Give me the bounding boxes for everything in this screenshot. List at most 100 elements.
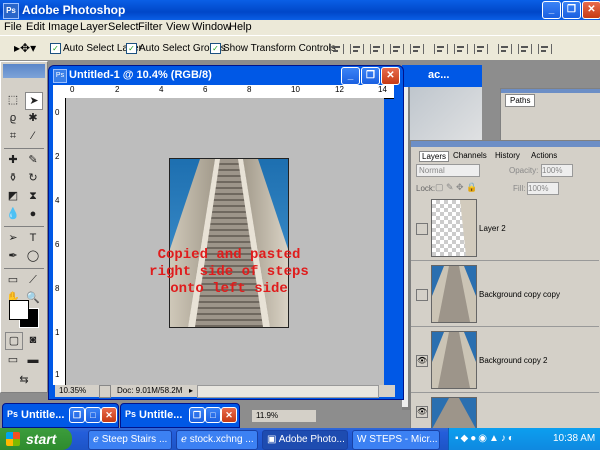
move-tool-preset-icon[interactable]: ▸✥▾ <box>14 41 36 55</box>
paint-bucket-icon[interactable]: ⧗ <box>25 188 41 204</box>
tab-paths[interactable]: Paths <box>505 94 536 107</box>
ruler-v-label: 1 <box>55 328 60 337</box>
eraser-tool-icon[interactable]: ◩ <box>5 188 21 204</box>
taskbar-item[interactable]: ℯ stock.xchng ... <box>176 430 258 450</box>
eye-icon[interactable]: 👁 <box>416 406 428 418</box>
distribute-top-icon[interactable] <box>434 44 448 54</box>
menu-image[interactable]: Image <box>48 21 79 33</box>
menu-select[interactable]: Select <box>108 21 139 33</box>
taskbar-item[interactable]: W STEPS - Micr... <box>352 430 440 450</box>
menu-edit[interactable]: Edit <box>26 21 45 33</box>
lasso-tool-icon[interactable]: ϱ <box>5 110 21 126</box>
maximize-button[interactable]: □ <box>85 407 101 423</box>
align-left-icon[interactable] <box>390 44 404 54</box>
foreground-color-swatch[interactable] <box>9 300 29 320</box>
ruler-h-label: 0 <box>70 85 75 94</box>
minimized-window[interactable]: Ps Untitle... ❐ □ ✕ <box>2 403 119 428</box>
align-hcenter-icon[interactable] <box>410 44 424 54</box>
close-button[interactable]: ✕ <box>582 1 600 19</box>
minimized-window[interactable]: Ps Untitle... ❐ □ ✕ <box>120 403 240 428</box>
blur-tool-icon[interactable]: 💧 <box>5 206 21 222</box>
tab-layers[interactable]: Layers <box>419 151 450 162</box>
blend-mode-select[interactable]: Normal <box>416 164 480 177</box>
shape-tool-icon[interactable]: ◯ <box>25 248 41 264</box>
maximize-button[interactable]: □ <box>205 407 221 423</box>
eye-icon[interactable]: 👁 <box>416 355 428 367</box>
tray-icons[interactable]: ▪◆●◉▲♪◐ <box>455 433 516 444</box>
menu-layer[interactable]: Layer <box>80 21 108 33</box>
lock-icons[interactable]: ▢ ✎ ✥ 🔒 <box>435 182 477 193</box>
show-transform-controls-checkbox[interactable]: ✓ <box>210 43 221 54</box>
doc-restore-button[interactable]: ❐ <box>361 67 380 85</box>
history-brush-icon[interactable]: ↻ <box>25 170 41 186</box>
doc-size-info[interactable]: Doc: 9.01M/58.2M <box>117 386 182 395</box>
layer-row[interactable]: Background copy copy <box>411 262 599 327</box>
fill-label: Fill: <box>513 184 526 193</box>
screen-mode-standard-icon[interactable]: ▭ <box>5 352 21 368</box>
notes-tool-icon[interactable]: ▭ <box>5 272 21 288</box>
quick-mask-icon[interactable]: ◙ <box>25 332 41 348</box>
minimize-button[interactable]: _ <box>542 1 561 19</box>
tab-actions[interactable]: Actions <box>531 151 557 160</box>
path-selection-icon[interactable]: ➢ <box>5 230 21 246</box>
zoom-level[interactable]: 10.35% <box>59 386 86 395</box>
align-bottom-icon[interactable] <box>370 44 384 54</box>
layer-row[interactable]: Layer 2 <box>411 196 599 261</box>
distribute-bottom-icon[interactable] <box>474 44 488 54</box>
fill-field[interactable]: 100% <box>527 182 559 195</box>
restore-button[interactable]: ❐ <box>189 407 205 423</box>
status-menu-arrow-icon[interactable]: ▸ <box>189 386 193 395</box>
tab-channels[interactable]: Channels <box>453 151 487 160</box>
auto-select-groups-checkbox[interactable]: ✓ <box>126 43 137 54</box>
brush-tool-icon[interactable]: ✎ <box>25 152 41 168</box>
taskbar-item[interactable]: ▣ Adobe Photo... <box>262 430 348 450</box>
tab-history[interactable]: History <box>495 151 520 160</box>
opacity-field[interactable]: 100% <box>541 164 573 177</box>
type-tool-icon[interactable]: T <box>25 230 41 246</box>
eyedropper-icon[interactable]: ⟋ <box>25 272 41 288</box>
marquee-tool-icon[interactable]: ⬚ <box>5 92 21 108</box>
align-top-icon[interactable] <box>330 44 344 54</box>
healing-brush-icon[interactable]: ✚ <box>5 152 21 168</box>
menu-filter[interactable]: Filter <box>138 21 162 33</box>
menu-file[interactable]: File <box>4 21 22 33</box>
clock[interactable]: 10:38 AM <box>553 433 595 444</box>
close-button[interactable]: ✕ <box>221 407 237 423</box>
layer-name: Layer 2 <box>479 224 506 233</box>
steps-photo[interactable] <box>169 158 289 328</box>
restore-button[interactable]: ❐ <box>69 407 85 423</box>
distribute-vcenter-icon[interactable] <box>454 44 468 54</box>
taskbar-item[interactable]: ℯ Steep Stairs ... <box>88 430 172 450</box>
align-vcenter-icon[interactable] <box>350 44 364 54</box>
magic-wand-icon[interactable]: ✱ <box>25 110 41 126</box>
menu-view[interactable]: View <box>166 21 190 33</box>
horizontal-scrollbar[interactable] <box>197 385 379 398</box>
crop-tool-icon[interactable]: ⌗ <box>5 128 21 144</box>
menu-window[interactable]: Window <box>192 21 231 33</box>
dodge-tool-icon[interactable]: ● <box>25 206 41 222</box>
slice-tool-icon[interactable]: ⁄ <box>25 128 41 144</box>
visibility-toggle[interactable] <box>416 223 428 235</box>
standard-mode-icon[interactable]: ▢ <box>5 332 23 350</box>
auto-select-layer-checkbox[interactable]: ✓ <box>50 43 61 54</box>
visibility-toggle[interactable] <box>416 289 428 301</box>
layer-row[interactable]: 👁 <box>411 394 599 430</box>
layer-row[interactable]: 👁 Background copy 2 <box>411 328 599 393</box>
clone-stamp-icon[interactable]: ⚱ <box>5 170 21 186</box>
ruler-h-label: 14 <box>378 85 387 94</box>
menu-help[interactable]: Help <box>229 21 252 33</box>
jump-to-imageready-icon[interactable]: ⇆ <box>9 372 39 388</box>
distribute-right-icon[interactable] <box>538 44 552 54</box>
distribute-hcenter-icon[interactable] <box>518 44 532 54</box>
distribute-left-icon[interactable] <box>498 44 512 54</box>
pen-tool-icon[interactable]: ✒ <box>5 248 21 264</box>
toolbox-header[interactable] <box>3 64 45 78</box>
restore-button[interactable]: ❐ <box>562 1 581 19</box>
doc-close-button[interactable]: ✕ <box>381 67 400 85</box>
close-button[interactable]: ✕ <box>101 407 117 423</box>
ie-icon: ℯ <box>181 434 187 445</box>
doc-minimize-button[interactable]: _ <box>341 67 360 85</box>
screen-mode-full-icon[interactable]: ▬ <box>25 352 41 368</box>
move-tool-icon[interactable]: ➤ <box>25 92 43 110</box>
start-button[interactable]: start <box>0 428 72 450</box>
